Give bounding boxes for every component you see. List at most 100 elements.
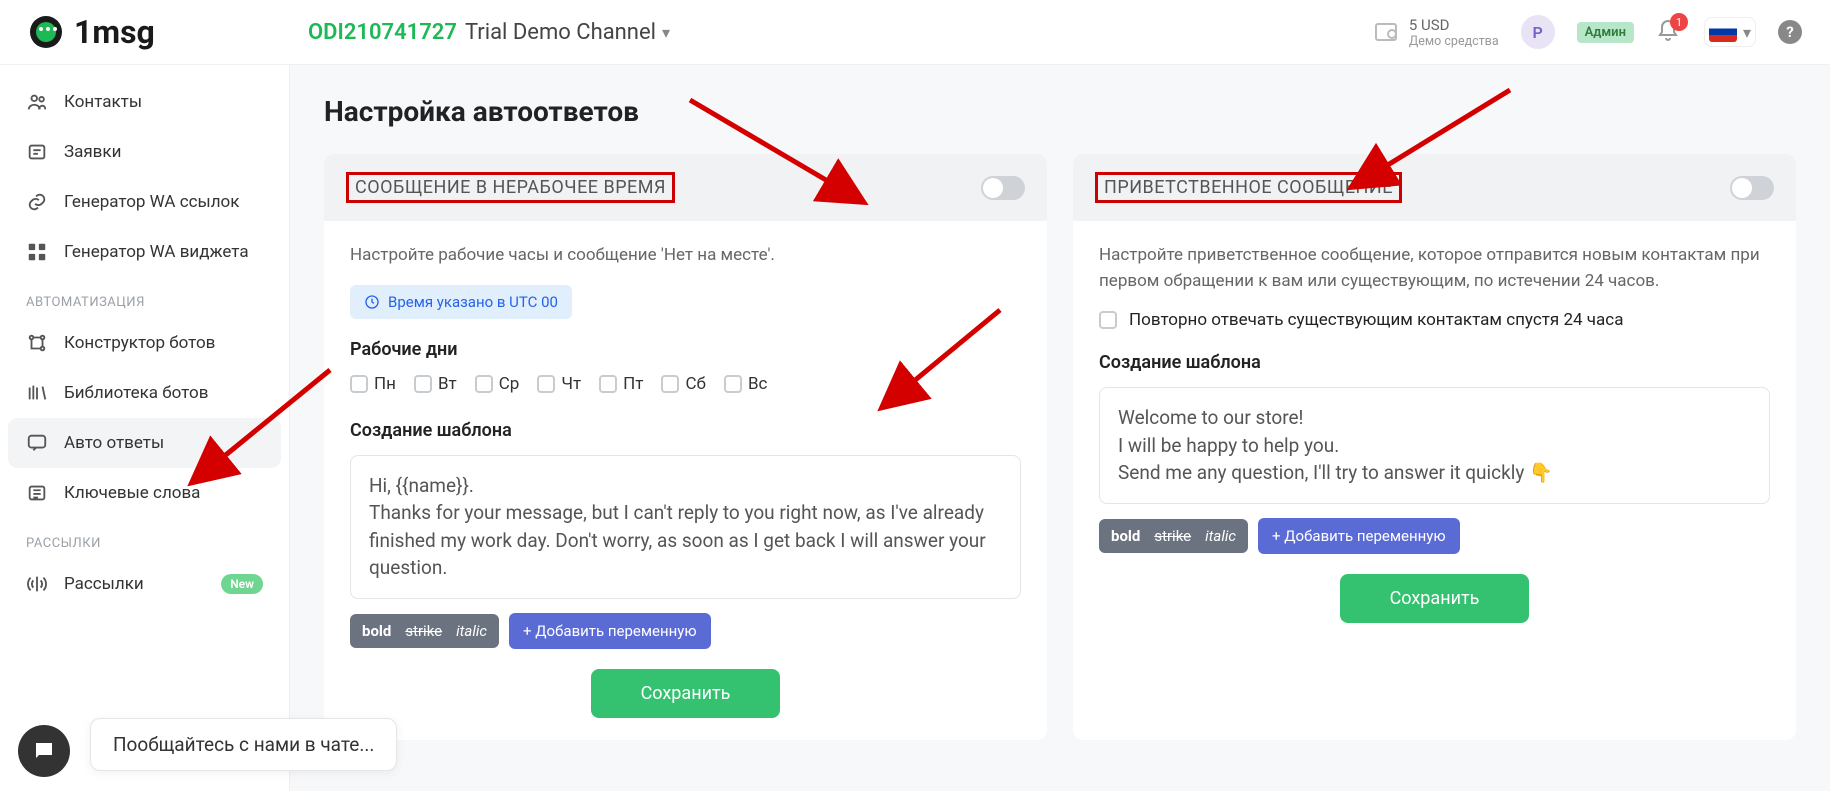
away-message-title: СООБЩЕНИЕ В НЕРАБОЧЕЕ ВРЕМЯ [346, 172, 675, 203]
day-Вс[interactable]: Вс [724, 374, 768, 394]
sidebar-item-library[interactable]: Библиотека ботов [8, 368, 281, 418]
sidebar-item-broadcast[interactable]: Рассылки New [8, 559, 281, 609]
clock-icon [364, 294, 380, 310]
sidebar-item-keywords[interactable]: Ключевые слова [8, 468, 281, 518]
sidebar-item-contacts[interactable]: Контакты [8, 77, 281, 127]
day-Пт[interactable]: Пт [599, 374, 643, 394]
day-checkbox[interactable] [475, 375, 493, 393]
balance-amount: 5 USD [1409, 16, 1450, 34]
wallet-icon [1375, 23, 1397, 41]
sidebar-item-label: Библиотека ботов [64, 383, 208, 403]
day-label: Пт [623, 374, 643, 394]
day-checkbox[interactable] [537, 375, 555, 393]
keywords-icon [26, 482, 48, 504]
help-button[interactable]: ? [1778, 20, 1802, 44]
sidebar: Контакты Заявки Генератор WA ссылок Генерат… [0, 65, 290, 791]
save-button-1[interactable]: Сохранить [591, 669, 781, 718]
nav-section-automation: АВТОМАТИЗАЦИЯ [8, 277, 281, 318]
contacts-icon [26, 91, 48, 113]
template-label-2: Создание шаблона [1099, 352, 1770, 373]
format-bold[interactable]: bold [1111, 527, 1140, 545]
sidebar-item-label: Ключевые слова [64, 483, 200, 503]
notification-bell[interactable]: 1 [1656, 19, 1682, 45]
template-label-1: Создание шаблона [350, 420, 1021, 441]
channel-name[interactable]: Trial Demo Channel [465, 20, 656, 45]
welcome-message-toggle[interactable] [1730, 176, 1774, 200]
away-template-input[interactable]: Hi, {{name}}. Thanks for your message, b… [350, 455, 1021, 599]
chat-prompt[interactable]: Пообщайтесь с нами в чате... [90, 718, 397, 771]
sidebar-item-flow[interactable]: Конструктор ботов [8, 318, 281, 368]
nav-section-mailings: РАССЫЛКИ [8, 518, 281, 559]
tickets-icon [26, 141, 48, 163]
utc-chip: Время указано в UTC 00 [350, 285, 572, 319]
save-button-2[interactable]: Сохранить [1340, 574, 1530, 623]
day-checkbox[interactable] [599, 375, 617, 393]
day-checkbox[interactable] [724, 375, 742, 393]
link-icon [26, 191, 48, 213]
language-selector[interactable]: ▾ [1704, 17, 1756, 47]
sidebar-item-label: Генератор WA ссылок [64, 192, 239, 212]
day-label: Сб [685, 374, 705, 394]
chat-icon [32, 739, 56, 763]
library-icon [26, 382, 48, 404]
format-toolbar-1: bold strike italic [350, 614, 499, 648]
chat-fab[interactable] [18, 725, 70, 777]
format-strike[interactable]: strike [1154, 527, 1191, 545]
sidebar-item-label: Заявки [64, 142, 121, 162]
main-content: Настройка автоответов СООБЩЕНИЕ В НЕРАБО… [290, 65, 1830, 791]
new-badge: New [221, 574, 263, 594]
format-toolbar-2: bold strike italic [1099, 519, 1248, 553]
avatar[interactable]: P [1521, 15, 1555, 49]
widget-icon [26, 241, 48, 263]
sidebar-item-chat[interactable]: Авто ответы [8, 418, 281, 468]
welcome-message-desc: Настройте приветственное сообщение, кото… [1099, 243, 1770, 294]
day-checkbox[interactable] [661, 375, 679, 393]
role-badge: Админ [1577, 22, 1634, 43]
welcome-template-input[interactable]: Welcome to our store! I will be happy to… [1099, 387, 1770, 504]
day-Чт[interactable]: Чт [537, 374, 581, 394]
add-variable-button-2[interactable]: + Добавить переменную [1258, 518, 1460, 554]
away-message-card: СООБЩЕНИЕ В НЕРАБОЧЕЕ ВРЕМЯ Настройте ра… [324, 154, 1047, 740]
format-italic[interactable]: italic [1205, 527, 1236, 545]
day-label: Пн [374, 374, 396, 394]
day-label: Вс [748, 374, 768, 394]
chat-icon [26, 432, 48, 454]
day-checkbox[interactable] [414, 375, 432, 393]
notification-count: 1 [1670, 13, 1688, 31]
day-label: Ср [499, 374, 520, 394]
format-strike[interactable]: strike [405, 622, 442, 640]
channel-id[interactable]: ODI210741727 [308, 20, 457, 45]
add-variable-button-1[interactable]: + Добавить переменную [509, 613, 711, 649]
repeat-label: Повторно отвечать существующим контактам… [1129, 310, 1623, 330]
day-Вт[interactable]: Вт [414, 374, 457, 394]
app-header: 1msg ODI210741727 Trial Demo Channel ▾ 5… [0, 0, 1830, 65]
away-message-desc: Настройте рабочие часы и сообщение 'Нет … [350, 243, 1021, 269]
day-label: Чт [561, 374, 581, 394]
welcome-message-card: ПРИВЕТСТВЕННОЕ СООБЩЕНИЕ Настройте приве… [1073, 154, 1796, 740]
sidebar-item-label: Рассылки [64, 574, 144, 594]
repeat-checkbox[interactable] [1099, 311, 1117, 329]
format-italic[interactable]: italic [456, 622, 487, 640]
day-Сб[interactable]: Сб [661, 374, 705, 394]
logo-icon [28, 14, 64, 50]
sidebar-item-label: Авто ответы [64, 433, 164, 453]
chevron-down-icon[interactable]: ▾ [662, 23, 670, 42]
format-bold[interactable]: bold [362, 622, 391, 640]
sidebar-item-tickets[interactable]: Заявки [8, 127, 281, 177]
sidebar-item-label: Конструктор ботов [64, 333, 215, 353]
workdays-label: Рабочие дни [350, 339, 1021, 360]
away-message-toggle[interactable] [981, 176, 1025, 200]
sidebar-item-label: Генератор WA виджета [64, 242, 249, 262]
broadcast-icon [26, 573, 48, 595]
brand-name: 1msg [74, 13, 155, 51]
wallet-balance[interactable]: 5 USD Демо средства [1375, 16, 1499, 49]
day-checkbox[interactable] [350, 375, 368, 393]
day-Ср[interactable]: Ср [475, 374, 520, 394]
brand-logo: 1msg [28, 13, 278, 51]
balance-label: Демо средства [1409, 34, 1499, 49]
day-Пн[interactable]: Пн [350, 374, 396, 394]
sidebar-item-widget[interactable]: Генератор WA виджета [8, 227, 281, 277]
sidebar-item-link[interactable]: Генератор WA ссылок [8, 177, 281, 227]
sidebar-item-label: Контакты [64, 92, 142, 112]
day-label: Вт [438, 374, 457, 394]
